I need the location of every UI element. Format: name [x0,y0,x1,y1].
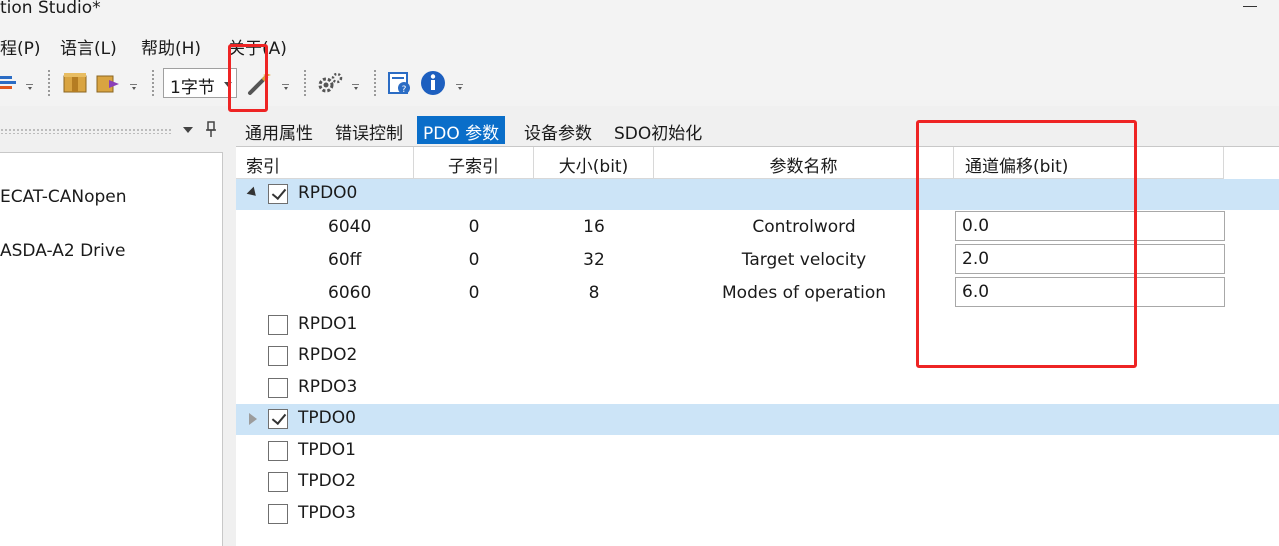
window-title: tion Studio* [0,0,101,18]
list-tool-dropdown-icon[interactable] [26,84,33,90]
entry-index: 6060 [328,283,372,303]
entry-param-name: Controlword [752,217,856,237]
toolbar-separator [374,70,376,96]
rpdo3-checkbox[interactable] [268,378,288,398]
collapse-arrow-icon[interactable] [249,413,257,425]
pdo-row-tpdo3[interactable]: TPDO3 [236,499,1279,530]
tpdo0-checkbox[interactable] [268,409,288,429]
tpdo3-checkbox[interactable] [268,504,288,524]
entry-size: 8 [588,283,600,303]
pane-menu-icon[interactable] [183,127,193,133]
toolbar-separator [152,70,154,96]
tpdo2-checkbox[interactable] [268,472,288,492]
byte-size-value: 1字节 [170,78,215,98]
menu-project[interactable]: 程(P) [0,34,41,59]
tab-pdo-params[interactable]: PDO 参数 [417,116,506,144]
pdo-name: RPDO0 [298,183,358,203]
tree-item-ecat-canopen[interactable]: ECAT-CANopen [0,187,127,207]
pin-icon[interactable] [205,120,217,138]
annotation-box-offset [916,120,1137,368]
minimize-button[interactable] [1243,0,1257,14]
gear-icon[interactable] [316,70,344,96]
expand-icon[interactable] [246,186,260,200]
entry-subindex: 0 [468,217,480,237]
toolbar-separator [304,70,306,96]
export-icon[interactable] [95,70,123,96]
menu-bar: 程(P) 语言(L) 帮助(H) 关于(A) [0,28,1279,62]
pdo-row-rpdo3[interactable]: RPDO3 [236,373,1279,404]
rpdo0-checkbox[interactable] [268,184,288,204]
column-header-index[interactable]: 索引 [236,147,414,179]
info-dropdown-icon[interactable] [456,84,463,90]
list-tool-icon[interactable] [0,70,20,96]
entry-subindex: 0 [468,250,480,270]
pdo-name: RPDO2 [298,345,358,365]
info-icon[interactable] [420,70,446,96]
annotation-box-wand [228,44,268,112]
rpdo2-checkbox[interactable] [268,346,288,366]
column-header-subindex[interactable]: 子索引 [414,147,534,179]
pdo-row-tpdo2[interactable]: TPDO2 [236,467,1279,498]
toolbar: 1字节 ? [0,62,1279,106]
gear-dropdown-icon[interactable] [352,84,359,90]
pdo-row-tpdo0[interactable]: TPDO0 [236,404,1279,435]
svg-text:?: ? [402,85,407,95]
menu-language[interactable]: 语言(L) [60,34,117,59]
menu-help[interactable]: 帮助(H) [141,34,201,59]
pane-header [0,120,228,142]
column-header-size[interactable]: 大小(bit) [534,147,654,179]
pdo-name: TPDO3 [298,503,356,523]
tab-error-control[interactable]: 错误控制 [329,116,409,144]
pdo-name: RPDO3 [298,377,358,397]
entry-index: 6040 [328,217,372,237]
pane-grip[interactable] [0,128,172,134]
title-bar: tion Studio* [0,0,1279,28]
toolbar-separator [48,70,50,96]
pdo-name: TPDO2 [298,471,356,491]
rpdo1-checkbox[interactable] [268,315,288,335]
tab-general[interactable]: 通用属性 [239,116,319,144]
entry-param-name: Target velocity [741,250,867,270]
wand-dropdown-icon[interactable] [282,84,289,90]
device-tree-pane: ECAT-CANopen ASDA-A2 Drive [0,112,228,546]
tab-device-params[interactable]: 设备参数 [518,116,598,144]
entry-index: 60ff [328,250,362,270]
tree-item-asda-drive[interactable]: ASDA-A2 Drive [0,241,125,261]
pdo-row-tpdo1[interactable]: TPDO1 [236,436,1279,467]
byte-size-select[interactable]: 1字节 [163,68,237,98]
pdo-name: TPDO0 [298,408,356,428]
entry-size: 16 [583,217,605,237]
pdo-name: TPDO1 [298,440,356,460]
entry-size: 32 [583,250,605,270]
device-tree: ECAT-CANopen ASDA-A2 Drive [0,152,223,546]
package-icon[interactable] [62,70,88,96]
help-document-icon[interactable]: ? [386,70,414,96]
export-dropdown-icon[interactable] [130,84,137,90]
column-header-param-name[interactable]: 参数名称 [654,147,954,179]
tpdo1-checkbox[interactable] [268,441,288,461]
tab-sdo-init[interactable]: SDO初始化 [608,116,708,144]
entry-subindex: 0 [468,283,480,303]
entry-param-name: Modes of operation [722,283,886,303]
pdo-name: RPDO1 [298,314,358,334]
